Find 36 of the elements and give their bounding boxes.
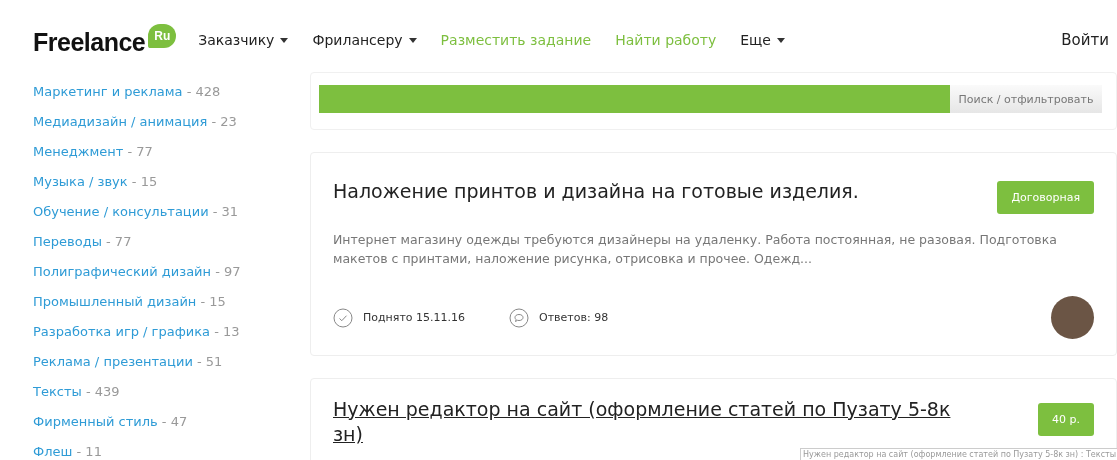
caret-icon: [408, 37, 417, 43]
category-link[interactable]: Флеш - 11: [33, 442, 310, 460]
check-circle-icon: [333, 307, 353, 328]
tooltip: Нужен редактор на сайт (оформление статей по Пузату 5-8к зн) : Тексты: [800, 448, 1117, 460]
comment-icon: [509, 307, 530, 328]
raised-date: Поднято 15.11.16: [363, 311, 466, 324]
job-title-link[interactable]: Наложение принтов и дизайна на готовые изделия.: [333, 179, 859, 204]
category-link[interactable]: Промышленный дизайн - 15: [33, 292, 310, 311]
job-title-link[interactable]: Нужен редактор на сайт (оформление статей по Пузату 5-8к зн): [333, 397, 973, 447]
caret-icon: [776, 37, 785, 43]
price-badge: 40 р.: [1038, 403, 1094, 436]
category-link[interactable]: Реклама / презентации - 51: [33, 352, 310, 371]
caret-icon: [280, 37, 289, 43]
job-description: Интернет магазину одежды требуются дизайнеры на удаленку. Работа постоянная, не разовая. Подготовка макетов с принтами, наложение рисунка, отрисовка и прочее. Одежд...: [333, 231, 1058, 268]
category-link[interactable]: Музыка / звук - 15: [33, 172, 310, 191]
nav-link[interactable]: Разместить задание: [440, 32, 592, 48]
category-link[interactable]: Фирменный стиль - 47: [33, 412, 310, 431]
category-link[interactable]: Менеджмент - 77: [33, 142, 310, 161]
nav-link[interactable]: Заказчику: [198, 32, 289, 48]
filter-button[interactable]: Поиск / отфильтровать: [950, 85, 1102, 113]
avatar[interactable]: [1051, 296, 1094, 339]
category-link[interactable]: Маркетинг и реклама - 428: [33, 82, 310, 101]
nav-link[interactable]: Еще: [740, 32, 785, 48]
category-link[interactable]: Полиграфический дизайн - 97: [33, 262, 310, 281]
replies-count: Ответов: 98: [539, 311, 609, 324]
category-link[interactable]: Медиадизайн / анимация - 23: [33, 112, 310, 131]
login-link[interactable]: Войти: [1061, 31, 1109, 49]
category-link[interactable]: Разработка игр / графика - 13: [33, 322, 310, 341]
logo-text[interactable]: Freelance: [33, 23, 146, 57]
nav-link[interactable]: Фрилансеру: [312, 32, 417, 48]
price-badge: Договорная: [997, 181, 1094, 214]
category-link[interactable]: Тексты - 439: [33, 382, 310, 401]
category-link[interactable]: Обучение / консультации - 31: [33, 202, 310, 221]
nav-link[interactable]: Найти работу: [615, 32, 717, 48]
logo-badge[interactable]: Ru: [148, 23, 177, 48]
category-link[interactable]: Переводы - 77: [33, 232, 310, 251]
